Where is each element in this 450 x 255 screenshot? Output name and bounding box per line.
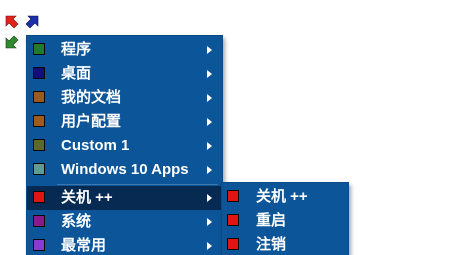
shutdown-submenu: 关机 ++ 重启 注销 [221, 182, 349, 255]
shutdown-icon [227, 190, 239, 202]
submenu-item-logoff[interactable]: 注销 [222, 233, 348, 255]
system-icon [33, 215, 45, 227]
menu-item-most-used[interactable]: 最常用 [27, 234, 222, 255]
custom-icon [33, 139, 45, 151]
user-profile-icon [33, 115, 45, 127]
menu-item-programs[interactable]: 程序 [27, 38, 222, 62]
submenu-arrow-icon [207, 142, 212, 150]
submenu-item-label: 关机 ++ [256, 188, 308, 205]
submenu-arrow-icon [207, 46, 212, 54]
menu-item-label: 桌面 [61, 65, 92, 82]
menu-item-my-documents[interactable]: 我的文档 [27, 86, 222, 110]
menu-item-label: Windows 10 Apps [61, 161, 189, 178]
submenu-item-label: 重启 [256, 212, 287, 229]
shutdown-icon [33, 191, 45, 203]
restart-icon [227, 214, 239, 226]
most-used-icon [33, 239, 45, 251]
submenu-arrow-icon [207, 118, 212, 126]
apps-icon [33, 163, 45, 175]
submenu-arrow-icon [207, 194, 212, 202]
desktop: 程序 桌面 我的文档 用户配置 Custom 1 Windows 10 Apps [0, 0, 450, 255]
menu-item-label: 我的文档 [61, 89, 122, 106]
menu-item-user-profile[interactable]: 用户配置 [27, 110, 222, 134]
menu-item-label: 关机 ++ [61, 189, 113, 206]
menu-item-shutdown[interactable]: 关机 ++ [27, 186, 222, 210]
submenu-item-restart[interactable]: 重启 [222, 209, 348, 233]
menu-item-label: 系统 [61, 213, 92, 230]
submenu-item-shutdown[interactable]: 关机 ++ [222, 185, 348, 209]
menu-item-windows-10-apps[interactable]: Windows 10 Apps [27, 158, 222, 182]
documents-icon [33, 91, 45, 103]
submenu-arrow-icon [207, 166, 212, 174]
submenu-arrow-icon [207, 242, 212, 250]
desktop-icon [33, 67, 45, 79]
menu-item-label: 用户配置 [61, 113, 122, 130]
submenu-arrow-icon [207, 218, 212, 226]
menu-item-desktop[interactable]: 桌面 [27, 62, 222, 86]
menu-item-system[interactable]: 系统 [27, 210, 222, 234]
menu-item-label: Custom 1 [61, 137, 130, 154]
menu-item-custom-1[interactable]: Custom 1 [27, 134, 222, 158]
start-menu: 程序 桌面 我的文档 用户配置 Custom 1 Windows 10 Apps [26, 35, 223, 255]
menu-item-label: 程序 [61, 41, 92, 58]
submenu-arrow-icon [207, 70, 212, 78]
menu-separator [57, 184, 218, 185]
menu-item-label: 最常用 [61, 237, 107, 254]
logoff-icon [227, 238, 239, 250]
programs-icon [33, 43, 45, 55]
submenu-item-label: 注销 [256, 236, 287, 253]
submenu-arrow-icon [207, 94, 212, 102]
